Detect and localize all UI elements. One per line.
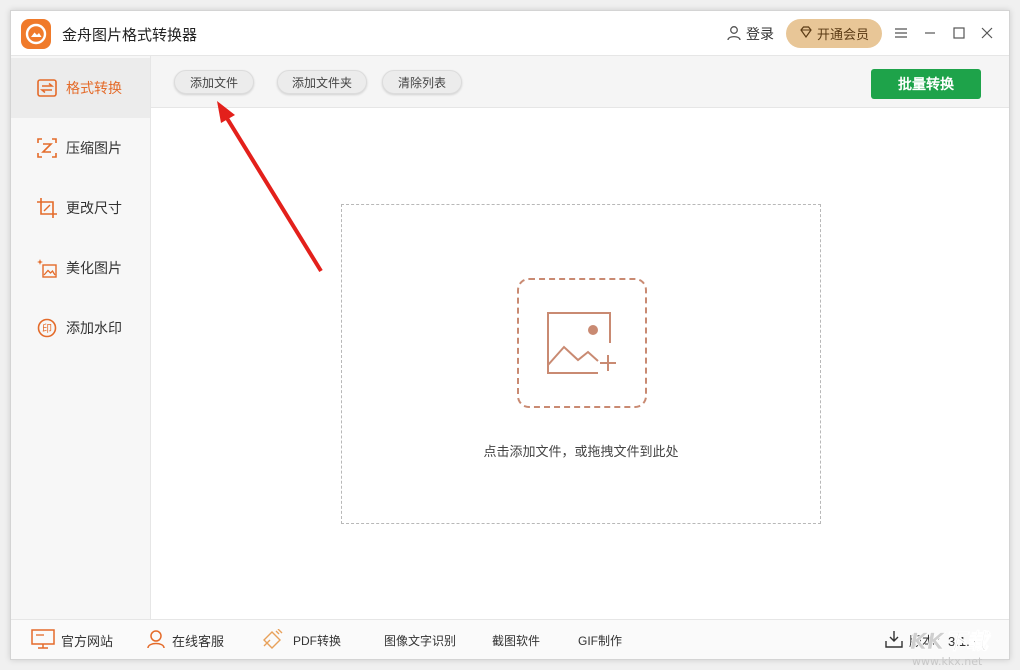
sidebar: 格式转换 压缩图片 更改尺寸 美化图片 印 添加水印: [11, 56, 151, 619]
batch-convert-button[interactable]: 批量转换: [871, 69, 981, 99]
sidebar-item-label: 添加水印: [66, 318, 122, 338]
official-website-link[interactable]: 官方网站: [31, 630, 113, 650]
crop-icon: [37, 198, 57, 218]
sidebar-item-resize[interactable]: 更改尺寸: [11, 178, 150, 238]
sidebar-item-label: 更改尺寸: [66, 198, 122, 218]
file-drop-zone[interactable]: 点击添加文件，或拖拽文件到此处: [341, 204, 821, 524]
login-button[interactable]: 登录: [726, 23, 774, 45]
drop-hint-text: 点击添加文件，或拖拽文件到此处: [342, 441, 820, 460]
footer-bar: 官方网站 在线客服 PDF转换 图像文字识别 截图软件 GIF制作 版本：3.1…: [11, 619, 1009, 659]
vip-label: 开通会员: [817, 24, 869, 43]
customer-service-icon: [146, 629, 166, 652]
app-window: 金舟图片格式转换器 登录 开通会员: [10, 10, 1010, 660]
convert-icon: [37, 78, 57, 98]
app-title: 金舟图片格式转换器: [62, 24, 197, 45]
compress-icon: [37, 138, 57, 158]
sidebar-item-label: 格式转换: [66, 78, 122, 98]
add-image-button[interactable]: [517, 278, 647, 408]
version-info[interactable]: 版本：3.1.4: [885, 630, 977, 650]
maximize-icon[interactable]: [949, 23, 969, 43]
sidebar-item-compress[interactable]: 压缩图片: [11, 118, 150, 178]
online-service-label: 在线客服: [172, 631, 224, 650]
watermark-stamp-icon: 印: [37, 318, 57, 338]
user-icon: [726, 25, 742, 44]
sidebar-item-watermark[interactable]: 印 添加水印: [11, 298, 150, 358]
login-label: 登录: [746, 24, 774, 44]
gif-maker-link[interactable]: GIF制作: [578, 630, 622, 650]
sidebar-item-label: 压缩图片: [66, 138, 122, 158]
plugin-icon: [261, 629, 283, 652]
monitor-icon: [31, 629, 55, 652]
menu-icon[interactable]: [891, 23, 911, 43]
minimize-icon[interactable]: [920, 23, 940, 43]
official-website-label: 官方网站: [61, 631, 113, 650]
version-label: 版本：3.1.4: [909, 631, 977, 650]
toolbar: 添加文件 添加文件夹 清除列表 批量转换: [151, 56, 1009, 108]
screenshot-software-link[interactable]: 截图软件: [492, 630, 540, 650]
app-logo-icon: [21, 19, 51, 49]
close-icon[interactable]: [977, 23, 997, 43]
title-bar: 金舟图片格式转换器 登录 开通会员: [11, 11, 1009, 56]
clear-list-button[interactable]: 清除列表: [382, 70, 462, 94]
vip-button[interactable]: 开通会员: [786, 19, 882, 48]
pdf-convert-label: PDF转换: [293, 632, 341, 649]
download-icon: [885, 630, 903, 651]
ocr-link[interactable]: 图像文字识别: [384, 630, 456, 650]
add-file-button[interactable]: 添加文件: [174, 70, 254, 94]
diamond-icon: [799, 25, 813, 42]
sidebar-item-beautify[interactable]: 美化图片: [11, 238, 150, 298]
sidebar-item-label: 美化图片: [66, 258, 122, 278]
add-folder-button[interactable]: 添加文件夹: [277, 70, 367, 94]
beautify-icon: [37, 258, 57, 278]
add-image-icon: [544, 307, 620, 380]
svg-text:印: 印: [42, 323, 52, 335]
sidebar-item-format-convert[interactable]: 格式转换: [11, 58, 150, 118]
pdf-convert-link[interactable]: PDF转换: [261, 630, 341, 650]
online-service-link[interactable]: 在线客服: [146, 630, 224, 650]
